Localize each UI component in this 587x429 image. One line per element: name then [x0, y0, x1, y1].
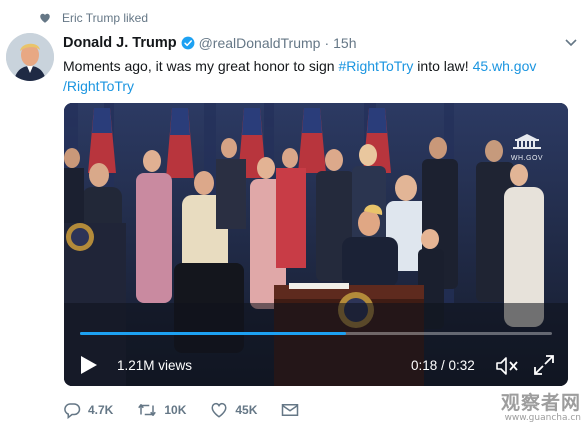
view-count: 1.21M views — [117, 358, 193, 373]
video-time: 0:18 / 0:32 — [411, 358, 475, 373]
like-button[interactable]: 45K — [210, 401, 257, 419]
video-progress-fill — [80, 332, 346, 335]
user-handle[interactable]: @realDonaldTrump — [199, 35, 321, 51]
reply-icon — [64, 403, 81, 419]
tweet-text-part: into law! — [413, 58, 473, 74]
retweet-icon — [138, 404, 157, 416]
url-link-part: 45.wh.gov — [472, 58, 537, 74]
url-link-part: /RightToTry — [63, 78, 135, 94]
site-watermark-url: www.guancha.cn — [504, 413, 581, 423]
verified-badge-icon — [181, 36, 195, 50]
site-watermark-main: 观察者网 — [500, 392, 581, 414]
heart-icon — [40, 13, 50, 23]
white-house-logo: WH.GOV — [508, 133, 546, 162]
video-progress-bar[interactable] — [80, 332, 552, 335]
video-frame — [64, 103, 568, 386]
tweet-timestamp[interactable]: 15h — [333, 35, 356, 51]
fullscreen-icon[interactable] — [534, 355, 554, 375]
hashtag-link[interactable]: #RightToTry — [338, 58, 413, 74]
video-player[interactable]: WH.GOV 1.21M views 0:18 / 0:32 — [64, 103, 568, 386]
retweet-button[interactable]: 10K — [137, 401, 186, 419]
reply-button[interactable]: 4.7K — [63, 401, 113, 419]
watermark-text: WH.GOV — [510, 155, 544, 162]
chevron-down-icon[interactable] — [565, 38, 577, 48]
avatar[interactable] — [6, 33, 54, 81]
reply-count: 4.7K — [88, 403, 114, 417]
retweet-count: 10K — [164, 403, 187, 417]
white-house-icon — [513, 134, 541, 149]
liked-by-text: Eric Trump liked — [62, 11, 149, 25]
mute-icon[interactable] — [496, 356, 518, 376]
site-watermark: 观察者网 www.guancha.cn — [501, 388, 581, 423]
envelope-icon — [282, 404, 299, 416]
like-count: 45K — [235, 403, 258, 417]
like-icon — [211, 402, 227, 418]
liked-context[interactable]: Eric Trump liked — [39, 10, 148, 26]
display-name[interactable]: Donald J. Trump — [63, 35, 177, 51]
play-icon[interactable] — [80, 355, 98, 375]
tweet-text: Moments ago, it was my great honor to si… — [63, 56, 568, 96]
separator: · — [324, 35, 330, 51]
avatar-image — [6, 33, 54, 81]
tweet-text-part: Moments ago, it was my great honor to si… — [63, 58, 339, 74]
direct-message-button[interactable] — [281, 402, 306, 418]
